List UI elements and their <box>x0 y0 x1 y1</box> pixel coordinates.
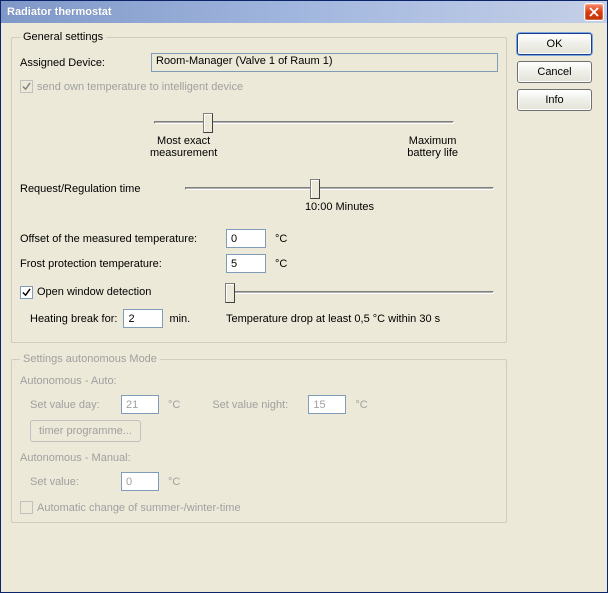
set-day-label: Set value day: <box>30 399 115 411</box>
summer-winter-label: Automatic change of summer-/winter-time <box>37 502 241 514</box>
titlebar[interactable]: Radiator thermostat <box>1 1 607 23</box>
check-icon <box>22 288 31 297</box>
group-autonomous-legend: Settings autonomous Mode <box>20 353 160 365</box>
slider1-right-label: Maximum battery life <box>407 135 458 159</box>
frost-unit: °C <box>275 258 287 270</box>
frost-label: Frost protection temperature: <box>20 258 220 270</box>
summer-winter-checkbox <box>20 501 33 514</box>
offset-label: Offset of the measured temperature: <box>20 233 220 245</box>
window-title: Radiator thermostat <box>7 6 584 18</box>
set-value-unit: °C <box>168 476 180 488</box>
send-own-temp-label: send own temperature to intelligent devi… <box>37 81 243 93</box>
request-time-slider[interactable] <box>185 177 494 199</box>
close-button[interactable] <box>584 3 604 21</box>
assigned-device-label: Assigned Device: <box>20 57 145 69</box>
measurement-battery-slider[interactable] <box>154 111 454 133</box>
open-window-slider[interactable] <box>230 281 494 303</box>
open-window-checkbox[interactable] <box>20 286 33 299</box>
open-window-label: Open window detection <box>37 286 151 298</box>
dialog-window: Radiator thermostat General settings Ass… <box>0 0 608 593</box>
heating-break-label: Heating break for: <box>30 313 117 325</box>
cancel-button[interactable]: Cancel <box>517 61 592 83</box>
autonomous-manual-label: Autonomous - Manual: <box>20 452 498 464</box>
timer-programme-button: timer programme... <box>30 420 141 442</box>
temp-drop-hint: Temperature drop at least 0,5 °C within … <box>226 313 498 325</box>
slider-thumb[interactable] <box>310 179 320 199</box>
offset-unit: °C <box>275 233 287 245</box>
frost-input[interactable] <box>226 254 266 273</box>
set-value-input <box>121 472 159 491</box>
set-day-unit: °C <box>168 399 180 411</box>
group-general-settings: General settings Assigned Device: Room-M… <box>11 31 507 343</box>
request-time-value: 10:00 Minutes <box>181 201 498 213</box>
ok-button[interactable]: OK <box>517 33 592 55</box>
set-night-unit: °C <box>355 399 367 411</box>
close-icon <box>589 7 599 17</box>
slider-thumb[interactable] <box>225 283 235 303</box>
heating-break-unit: min. <box>169 313 190 325</box>
set-day-input <box>121 395 159 414</box>
client-area: General settings Assigned Device: Room-M… <box>1 23 607 592</box>
set-night-label: Set value night: <box>212 399 302 411</box>
dialog-buttons: OK Cancel Info <box>517 31 597 584</box>
slider-thumb[interactable] <box>203 113 213 133</box>
heating-break-input[interactable] <box>123 309 163 328</box>
set-value-label: Set value: <box>30 476 115 488</box>
set-night-input <box>308 395 346 414</box>
send-own-temp-checkbox <box>20 80 33 93</box>
info-button[interactable]: Info <box>517 89 592 111</box>
request-time-label: Request/Regulation time <box>20 177 175 195</box>
check-icon <box>22 82 31 91</box>
autonomous-auto-label: Autonomous - Auto: <box>20 375 498 387</box>
group-general-legend: General settings <box>20 31 106 43</box>
offset-input[interactable] <box>226 229 266 248</box>
slider1-left-label: Most exact measurement <box>150 135 217 159</box>
group-autonomous-mode: Settings autonomous Mode Autonomous - Au… <box>11 353 507 523</box>
assigned-device-field: Room-Manager (Valve 1 of Raum 1) <box>151 53 498 72</box>
